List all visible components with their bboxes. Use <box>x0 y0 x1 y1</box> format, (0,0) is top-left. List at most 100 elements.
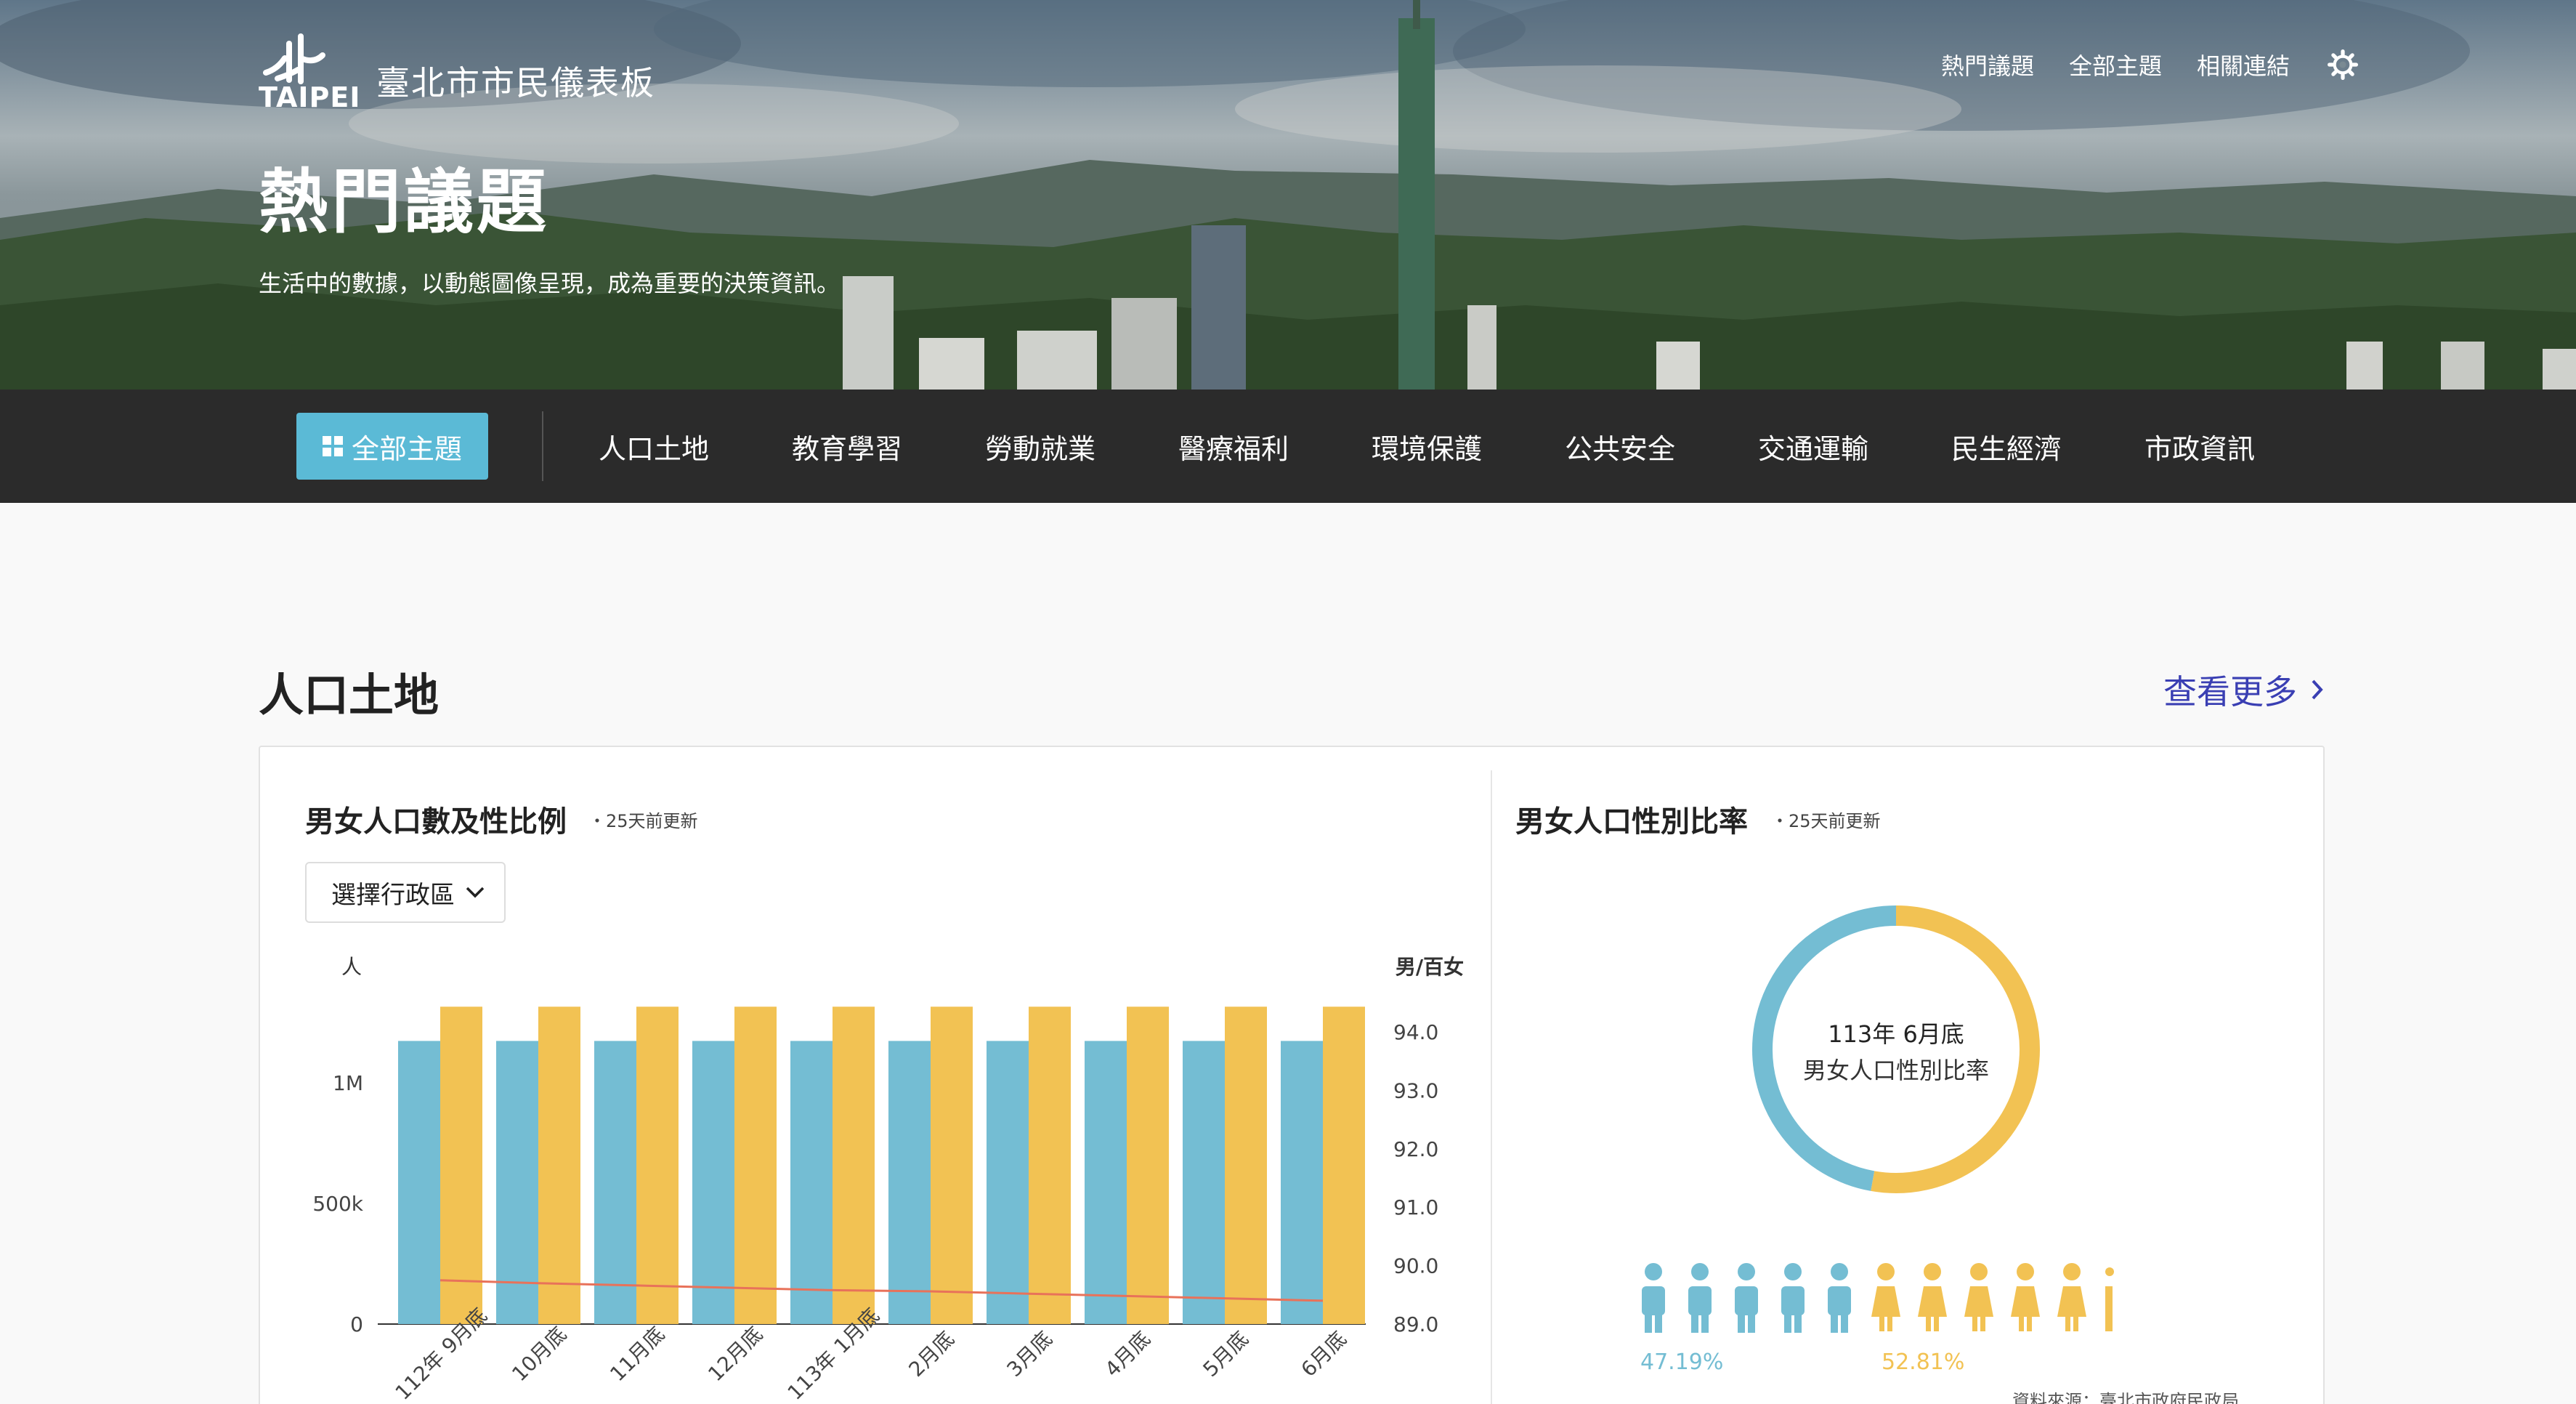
bar-female <box>538 1006 580 1324</box>
y2-tick-label: 91.0 <box>1393 1195 1438 1219</box>
person-leg-icon <box>1879 1315 1884 1331</box>
female-person-icon <box>2011 1263 2040 1331</box>
bar-female <box>931 1006 973 1324</box>
person-leg-icon <box>1794 1312 1802 1333</box>
person-leg-icon <box>2073 1315 2078 1331</box>
person-leg-icon <box>1655 1312 1662 1333</box>
bar-female <box>1127 1006 1169 1324</box>
x-tick-label: 10月底 <box>507 1322 571 1386</box>
bar-male <box>1183 1041 1225 1324</box>
bar-chart: 人男/百女0500k1M89.090.091.092.093.094.0112年… <box>312 955 1464 1404</box>
male-person-icon <box>1781 1263 1805 1333</box>
person-leg-icon <box>1691 1312 1698 1333</box>
male-person-icon <box>1828 1263 1851 1333</box>
x-tick-label: 4月底 <box>1101 1327 1156 1382</box>
y-axis-label: 人 <box>341 955 362 979</box>
y2-tick-label: 89.0 <box>1393 1312 1438 1336</box>
y-tick-label: 500k <box>312 1192 363 1216</box>
person-body-icon <box>2011 1286 2040 1317</box>
donut-center-caption: 男女人口性別比率 <box>1803 1057 1989 1084</box>
person-leg-icon <box>1748 1312 1755 1333</box>
x-tick-label: 12月底 <box>703 1322 767 1386</box>
person-leg-icon <box>2019 1315 2024 1331</box>
data-source: 資料來源：臺北市政府民政局 <box>2012 1391 2239 1404</box>
bar-female <box>440 1006 482 1324</box>
bar-male <box>594 1041 636 1324</box>
person-body-icon <box>1871 1286 1900 1317</box>
bar-male <box>398 1041 440 1324</box>
female-percent-label: 52.81% <box>1882 1349 1964 1375</box>
female-person-icon <box>1964 1263 1993 1331</box>
person-leg-icon <box>1841 1312 1848 1333</box>
y2-tick-label: 93.0 <box>1393 1078 1438 1102</box>
person-head-icon <box>1738 1263 1755 1280</box>
y-tick-label: 0 <box>350 1312 363 1336</box>
person-head-icon <box>2105 1267 2114 1276</box>
donut-slice-male <box>1752 905 1897 1191</box>
bar-female <box>636 1006 679 1324</box>
person-head-icon <box>1831 1263 1848 1280</box>
person-leg-icon <box>1887 1315 1892 1331</box>
male-person-icon <box>1642 1263 1665 1333</box>
male-person-icon <box>1735 1263 1758 1333</box>
female-person-partial-icon <box>2105 1267 2114 1331</box>
y2-tick-label: 92.0 <box>1393 1137 1438 1161</box>
dashboard-page: TAIPEI 臺北市市民儀表板 熱門議題 全部主題 相關連結 熱門議題 生活中的… <box>0 0 2576 1404</box>
person-head-icon <box>2063 1263 2081 1280</box>
person-body-icon <box>1642 1286 1665 1315</box>
person-leg-icon <box>2065 1315 2070 1331</box>
person-head-icon <box>1691 1263 1709 1280</box>
female-person-icon <box>1871 1263 1900 1331</box>
y2-tick-label: 94.0 <box>1393 1020 1438 1044</box>
bar-male <box>1281 1041 1323 1324</box>
donut-chart: 113年 6月底男女人口性別比率 47.19% 52.81% <box>1640 905 2114 1375</box>
person-leg-icon <box>2027 1315 2032 1331</box>
y2-axis-label: 男/百女 <box>1396 955 1464 979</box>
person-head-icon <box>2017 1263 2034 1280</box>
bar-male <box>987 1041 1029 1324</box>
bar-female <box>1323 1006 1365 1324</box>
person-leg-icon <box>1701 1312 1709 1333</box>
x-tick-label: 6月底 <box>1297 1327 1352 1382</box>
y2-tick-label: 90.0 <box>1393 1254 1438 1278</box>
bar-male <box>1085 1041 1127 1324</box>
person-head-icon <box>1877 1263 1895 1280</box>
female-person-icon <box>2057 1263 2086 1331</box>
female-person-icon <box>1918 1263 1947 1331</box>
bar-female <box>833 1006 875 1324</box>
person-body-icon <box>1828 1286 1851 1315</box>
person-body-icon <box>1918 1286 1947 1317</box>
person-body-icon <box>1781 1286 1805 1315</box>
person-body-icon <box>2057 1286 2086 1317</box>
person-leg-icon <box>1972 1315 1977 1331</box>
donut-slice-female <box>1871 905 2040 1193</box>
x-tick-label: 11月底 <box>605 1322 669 1386</box>
male-person-icon <box>1688 1263 1712 1333</box>
person-body-icon <box>2105 1286 2113 1331</box>
bar-male <box>692 1041 734 1324</box>
person-leg-icon <box>1831 1312 1838 1333</box>
person-leg-icon <box>1980 1315 1985 1331</box>
person-leg-icon <box>1934 1315 1939 1331</box>
y-tick-label: 1M <box>333 1071 363 1095</box>
x-tick-label: 2月底 <box>904 1327 960 1382</box>
person-leg-icon <box>1738 1312 1745 1333</box>
bar-male <box>888 1041 931 1324</box>
person-body-icon <box>1688 1286 1712 1315</box>
person-leg-icon <box>1784 1312 1791 1333</box>
person-body-icon <box>1735 1286 1758 1315</box>
bar-female <box>734 1006 777 1324</box>
person-head-icon <box>1784 1263 1802 1280</box>
x-tick-label: 3月底 <box>1003 1327 1058 1382</box>
person-leg-icon <box>1645 1312 1652 1333</box>
person-head-icon <box>1970 1263 1988 1280</box>
bar-female <box>1225 1006 1267 1324</box>
person-head-icon <box>1924 1263 1941 1280</box>
bar-female <box>1029 1006 1071 1324</box>
donut-center-date: 113年 6月底 <box>1828 1020 1964 1048</box>
person-leg-icon <box>1926 1315 1931 1331</box>
charts-layer: 人男/百女0500k1M89.090.091.092.093.094.0112年… <box>312 905 2114 1404</box>
bar-male <box>790 1041 833 1324</box>
x-tick-label: 5月底 <box>1199 1327 1254 1382</box>
male-percent-label: 47.19% <box>1640 1349 1723 1375</box>
